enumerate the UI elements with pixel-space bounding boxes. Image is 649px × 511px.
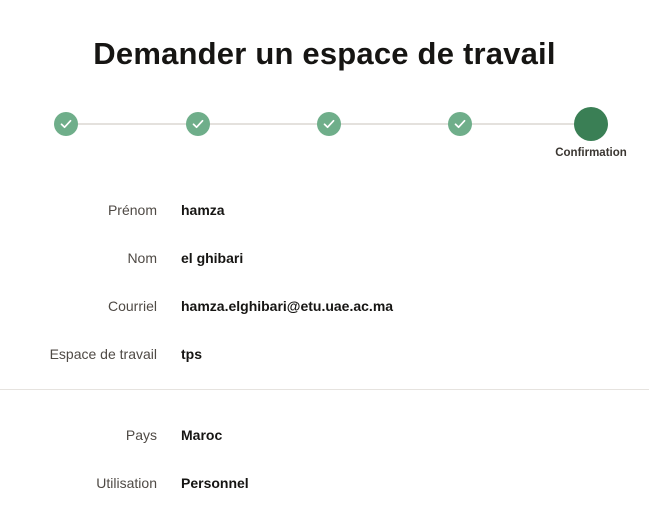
step-4-completed[interactable] bbox=[448, 112, 472, 136]
step-5-current bbox=[574, 107, 608, 141]
summary-row-workspace: Espace de travail tps bbox=[0, 344, 649, 364]
check-icon bbox=[322, 117, 336, 131]
usage-value: Personnel bbox=[181, 475, 249, 491]
summary-row-usage: Utilisation Personnel bbox=[0, 473, 649, 493]
progress-stepper: Confirmation bbox=[0, 106, 649, 166]
email-value: hamza.elghibari@etu.uae.ac.ma bbox=[181, 298, 394, 314]
workspace-value: tps bbox=[181, 346, 202, 362]
check-icon bbox=[453, 117, 467, 131]
summary-row-first-name: Prénom hamza bbox=[0, 200, 649, 220]
email-label: Courriel bbox=[107, 298, 157, 314]
step-1-completed[interactable] bbox=[54, 112, 78, 136]
first-name-label: Prénom bbox=[107, 202, 157, 218]
summary-row-last-name: Nom el ghibari bbox=[0, 248, 649, 268]
usage-label: Utilisation bbox=[96, 475, 157, 491]
last-name-value: el ghibari bbox=[181, 250, 244, 266]
last-name-label: Nom bbox=[127, 250, 157, 266]
page-title: Demander un espace de travail bbox=[93, 36, 556, 71]
check-icon bbox=[191, 117, 205, 131]
summary-row-email: Courriel hamza.elghibari@etu.uae.ac.ma bbox=[0, 296, 649, 316]
country-value: Maroc bbox=[181, 427, 223, 443]
summary-row-country: Pays Maroc bbox=[0, 425, 649, 445]
step-3-completed[interactable] bbox=[317, 112, 341, 136]
request-workspace-page: Demander un espace de travail Confirmati… bbox=[0, 0, 649, 511]
workspace-label: Espace de travail bbox=[49, 346, 157, 362]
section-divider bbox=[0, 389, 649, 390]
step-5-label: Confirmation bbox=[555, 147, 627, 159]
step-2-completed[interactable] bbox=[186, 112, 210, 136]
check-icon bbox=[59, 117, 73, 131]
country-label: Pays bbox=[125, 427, 157, 443]
first-name-value: hamza bbox=[181, 202, 225, 218]
